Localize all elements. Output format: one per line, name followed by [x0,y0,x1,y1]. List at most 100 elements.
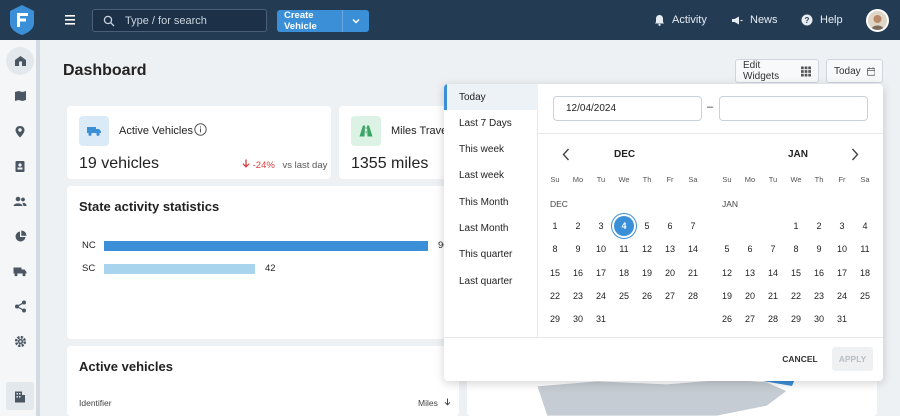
sidebar-item-locations[interactable] [6,117,34,145]
calendar-day[interactable]: 3 [831,216,853,236]
previous-month-arrow-icon[interactable] [558,146,574,162]
sidebar-item-home[interactable] [6,47,34,75]
date-filter-button[interactable]: Today [826,59,883,83]
news-link[interactable]: News [731,0,778,40]
preset-option[interactable]: Last Month [444,216,538,242]
calendar-day[interactable]: 6 [739,239,761,259]
calendar-day[interactable]: 3 [590,216,612,236]
preset-option[interactable]: Last week [444,163,538,189]
calendar-day[interactable]: 4 [854,216,876,236]
next-month-arrow-icon[interactable] [847,146,863,162]
calendar-day[interactable]: 29 [544,309,566,329]
calendar-day[interactable]: 1 [544,216,566,236]
calendar-day[interactable]: 17 [831,263,853,283]
calendar-day[interactable]: 21 [682,263,704,283]
preset-option[interactable]: This quarter [444,242,538,268]
preset-option[interactable]: Today [444,84,538,110]
sidebar-item-share[interactable] [6,292,34,320]
calendar-day[interactable]: 25 [854,286,876,306]
calendar-day[interactable]: 13 [659,239,681,259]
calendar-day[interactable]: 22 [544,286,566,306]
sidebar-item-reports[interactable] [6,222,34,250]
app-logo-icon[interactable] [8,4,36,36]
calendar-day[interactable]: 18 [613,263,635,283]
preset-option[interactable]: This Month [444,189,538,215]
calendar-day[interactable]: 19 [716,286,738,306]
preset-option[interactable]: Last quarter [444,268,538,294]
end-date-input[interactable] [719,96,868,121]
calendar-day[interactable]: 9 [808,239,830,259]
sidebar-item-map[interactable] [6,82,34,110]
activity-link[interactable]: Activity [654,0,707,40]
calendar-day-selected[interactable]: 4 [614,216,634,236]
calendar-day[interactable]: 28 [682,286,704,306]
create-vehicle-button[interactable]: Create Vehicle [277,10,369,32]
sidebar-item-company[interactable] [6,382,34,410]
calendar-day[interactable]: 8 [544,239,566,259]
calendar-day[interactable]: 12 [636,239,658,259]
calendar-day[interactable]: 2 [808,216,830,236]
sidebar-item-settings[interactable] [6,327,34,355]
calendar-day[interactable]: 22 [785,286,807,306]
calendar-day[interactable]: 13 [739,263,761,283]
calendar-day[interactable]: 23 [808,286,830,306]
calendar-day[interactable]: 9 [567,239,589,259]
calendar-day[interactable]: 20 [659,263,681,283]
calendar-day[interactable]: 19 [636,263,658,283]
calendar-day[interactable]: 26 [636,286,658,306]
calendar-day[interactable]: 23 [567,286,589,306]
start-date-input[interactable]: 12/04/2024 [553,96,702,121]
calendar-day[interactable]: 15 [785,263,807,283]
create-dropdown-chevron-icon[interactable] [343,17,369,25]
calendar-day[interactable]: 6 [659,216,681,236]
state-bar[interactable] [104,241,428,251]
calendar-day[interactable]: 24 [590,286,612,306]
calendar-day[interactable]: 10 [590,239,612,259]
calendar-day[interactable]: 15 [544,263,566,283]
calendar-day[interactable]: 7 [682,216,704,236]
calendar-day[interactable]: 14 [682,239,704,259]
edit-widgets-button[interactable]: Edit Widgets [735,59,819,83]
calendar-day[interactable]: 20 [739,286,761,306]
calendar-day[interactable]: 27 [659,286,681,306]
calendar-day[interactable]: 16 [567,263,589,283]
preset-option[interactable]: Last 7 Days [444,110,538,136]
calendar-day[interactable]: 28 [762,309,784,329]
sidebar-item-fleet[interactable] [6,257,34,285]
calendar-day[interactable]: 11 [854,239,876,259]
calendar-day[interactable]: 17 [590,263,612,283]
calendar-day[interactable]: 25 [613,286,635,306]
state-bar[interactable] [104,264,255,274]
calendar-day[interactable]: 30 [808,309,830,329]
calendar-day[interactable]: 10 [831,239,853,259]
column-header-identifier[interactable]: Identifier [79,398,112,408]
calendar-day[interactable]: 24 [831,286,853,306]
calendar-day[interactable]: 7 [762,239,784,259]
sidebar-item-contacts[interactable] [6,152,34,180]
calendar-day[interactable]: 5 [636,216,658,236]
help-link[interactable]: ? Help [801,0,843,40]
apply-button[interactable]: APPLY [832,347,873,371]
calendar-day[interactable]: 29 [785,309,807,329]
calendar-day[interactable]: 18 [854,263,876,283]
column-header-miles[interactable]: Miles [418,398,451,408]
calendar-day[interactable]: 14 [762,263,784,283]
calendar-day[interactable]: 11 [613,239,635,259]
preset-option[interactable]: This week [444,137,538,163]
search-input[interactable]: Type / for search [92,9,267,32]
calendar-day[interactable]: 31 [590,309,612,329]
calendar-day[interactable]: 27 [739,309,761,329]
calendar-day[interactable]: 2 [567,216,589,236]
hamburger-menu-icon[interactable] [60,12,80,28]
calendar-day[interactable]: 31 [831,309,853,329]
calendar-day[interactable]: 8 [785,239,807,259]
calendar-day[interactable]: 26 [716,309,738,329]
sidebar-item-users[interactable] [6,187,34,215]
avatar[interactable] [866,9,889,32]
calendar-day[interactable]: 1 [785,216,807,236]
calendar-day[interactable]: 30 [567,309,589,329]
calendar-day[interactable]: 21 [762,286,784,306]
calendar-day[interactable]: 16 [808,263,830,283]
calendar-day[interactable]: 12 [716,263,738,283]
info-icon[interactable] [194,123,207,139]
